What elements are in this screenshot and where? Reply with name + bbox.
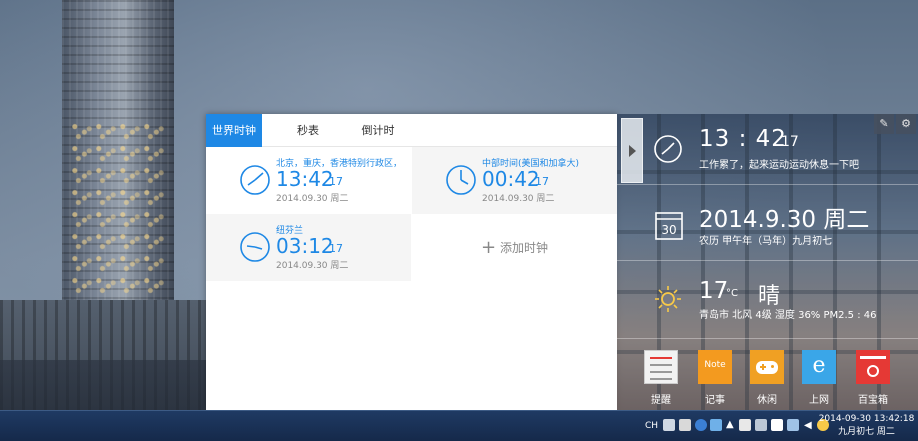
clock-seconds: 17 [535, 175, 549, 188]
divider [617, 260, 918, 261]
display-icon[interactable] [787, 419, 799, 431]
temperature-unit: °C [726, 288, 738, 299]
clock-seconds: 17 [329, 175, 343, 188]
app-notes[interactable]: Note 记事 [695, 348, 735, 410]
clock-face-icon [240, 232, 270, 262]
clock-date: 2014.09.30 周二 [276, 261, 349, 271]
sun-icon [655, 286, 681, 312]
widget-time: 13 : 42 [699, 126, 787, 152]
language-indicator[interactable]: CH [645, 418, 658, 434]
grid-app-icon[interactable] [771, 419, 783, 431]
pin-icon: ✎ [879, 117, 889, 130]
ie-icon: e [802, 350, 836, 384]
lunar-date: 农历 甲午年（马年）九月初七 [699, 236, 833, 247]
rest-tip-text: 工作累了，起来运动运动休息一下吧 [699, 160, 859, 171]
clock-time: 13:42 [276, 167, 334, 191]
widget-seconds: 17 [781, 134, 799, 150]
temperature: 17 [699, 278, 729, 304]
add-clock-label: 添加时钟 [500, 241, 549, 255]
settings-button[interactable]: ⚙ [896, 114, 916, 134]
toolbox-icon [856, 350, 890, 384]
pin-button[interactable]: ✎ [874, 114, 894, 134]
divider [617, 184, 918, 185]
clock-tabbar: 世界时钟 秒表 倒计时 [206, 114, 617, 147]
clock-face-icon [446, 165, 476, 195]
desktop-widget-panel: ✎ ⚙ 13 : 42 17 工作累了，起来运动运动休息一下吧 30 2014.… [617, 114, 918, 410]
network-icon[interactable] [755, 419, 767, 431]
clock-time: 03:12 [276, 234, 334, 258]
world-clock-window: 世界时钟 秒表 倒计时 北京，重庆，香港特别行政区， 13:42 17 2014… [206, 114, 617, 410]
clock-date: 2014.09.30 周二 [482, 194, 555, 204]
clock-icon [654, 135, 682, 163]
app-browser[interactable]: e 上网 [799, 348, 839, 410]
plus-icon: + [480, 236, 497, 258]
clock-card-beijing[interactable]: 北京，重庆，香港特别行政区， 13:42 17 2014.09.30 周二 [206, 147, 411, 214]
clock-date: 2014.09.30 周二 [276, 194, 349, 204]
app-leisure[interactable]: 休闲 [747, 348, 787, 410]
taskbar-lunar: 九月初七 周二 [838, 427, 895, 437]
clock-time: 00:42 [482, 167, 540, 191]
weather-details: 青岛市 北风 4级 湿度 36% PM2.5 : 46 [699, 310, 877, 321]
taskbar-datetime: 2014-09-30 13:42:18 [818, 414, 915, 424]
clock-card-newfoundland[interactable]: 纽芬兰 03:12 17 2014.09.30 周二 [206, 214, 411, 281]
tray-app-icon[interactable] [710, 419, 722, 431]
keyboard-icon[interactable] [663, 419, 675, 431]
reminder-icon [644, 350, 678, 384]
clock-card-central[interactable]: 中部时间(美国和加拿大) 00:42 17 2014.09.30 周二 [412, 147, 617, 214]
gamepad-icon [750, 350, 784, 384]
volume-icon[interactable]: ◀ [804, 418, 812, 434]
note-icon: Note [698, 350, 732, 384]
app-shortcuts: 提醒 Note 记事 休闲 e 上网 百宝箱 [617, 348, 918, 410]
system-tray: CH ▲ ◀ 2014-09-30 13:42:18 九月初七 周二 [630, 411, 918, 441]
app-label: 上网 [809, 395, 829, 406]
chevron-right-icon [629, 145, 636, 157]
app-toolbox[interactable]: 百宝箱 [853, 348, 893, 410]
calendar-day: 30 [661, 223, 677, 237]
divider [617, 338, 918, 339]
clock-face-icon [240, 165, 270, 195]
widget-date: 2014.9.30 周二 [699, 207, 870, 233]
tab-world-clock[interactable]: 世界时钟 [206, 114, 262, 147]
app-label: 提醒 [651, 395, 671, 406]
clock-grid: 北京，重庆，香港特别行政区， 13:42 17 2014.09.30 周二 中部… [206, 147, 617, 282]
flag-icon[interactable] [739, 419, 751, 431]
taskbar: CH ▲ ◀ 2014-09-30 13:42:18 九月初七 周二 [0, 410, 918, 441]
gear-icon: ⚙ [901, 117, 911, 130]
app-reminder[interactable]: 提醒 [641, 348, 681, 410]
collapse-panel-button[interactable] [621, 118, 643, 183]
add-clock-button[interactable]: + 添加时钟 [412, 214, 617, 281]
clock-seconds: 17 [329, 242, 343, 255]
help-icon[interactable] [695, 419, 707, 431]
note-tile-text: Note [704, 360, 726, 370]
ime-icon[interactable] [679, 419, 691, 431]
app-label: 百宝箱 [858, 395, 888, 406]
taskbar-clock[interactable]: 2014-09-30 13:42:18 九月初七 周二 [815, 413, 918, 439]
tab-countdown[interactable]: 倒计时 [352, 114, 404, 147]
show-hidden-icons-icon[interactable]: ▲ [726, 417, 734, 433]
app-label: 休闲 [757, 395, 777, 406]
app-label: 记事 [705, 395, 725, 406]
tab-stopwatch[interactable]: 秒表 [282, 114, 334, 147]
